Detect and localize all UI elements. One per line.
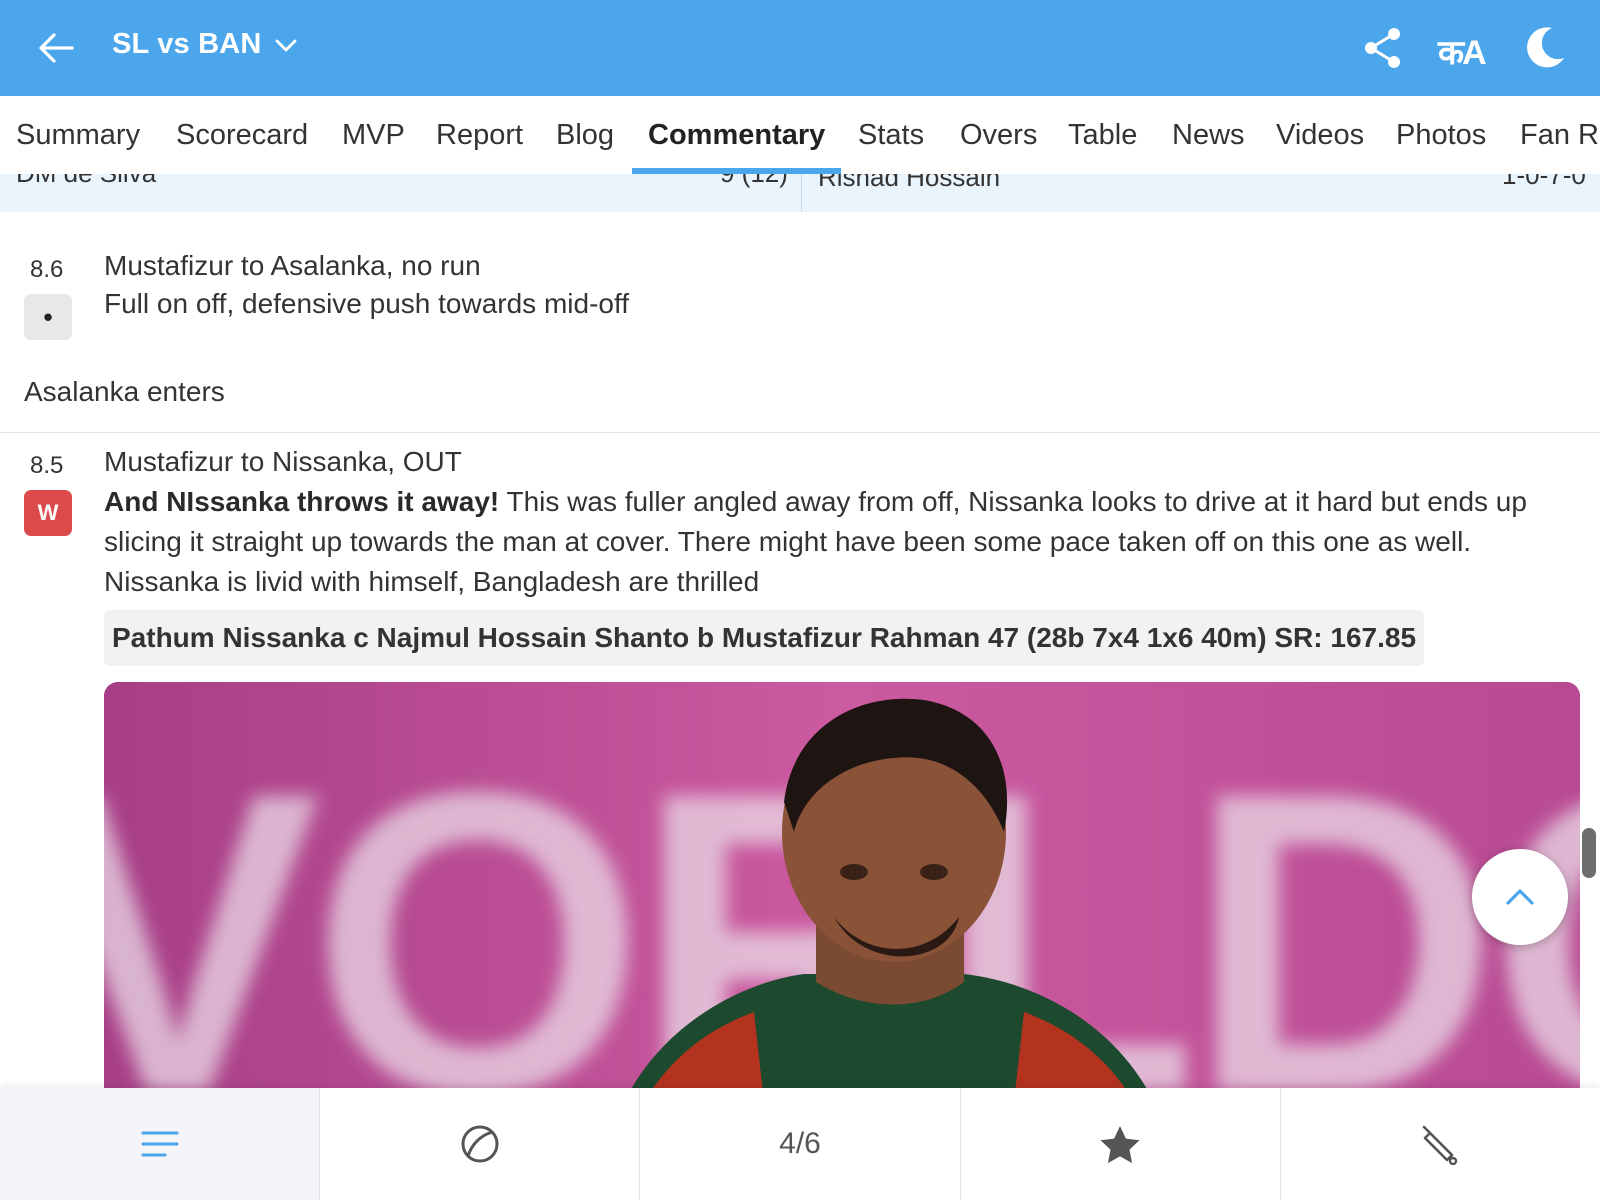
tab-scorecard[interactable]: Scorecard: [176, 96, 308, 174]
dismissal-summary: Pathum Nissanka c Najmul Hossain Shanto …: [104, 610, 1425, 666]
tab-fan-ratings[interactable]: Fan Ra: [1520, 96, 1600, 174]
mini-scorecard-strip: DM de Silva 9 (12) Rishad Hossain 1-0-7-…: [0, 174, 1600, 212]
ball-icon: [461, 1125, 499, 1163]
divider: [0, 432, 1600, 433]
tab-mvp[interactable]: MVP: [342, 96, 405, 174]
app-header: SL vs BAN कA: [0, 0, 1600, 96]
tab-photos[interactable]: Photos: [1396, 96, 1486, 174]
tab-overs[interactable]: Overs: [960, 96, 1037, 174]
back-arrow-icon[interactable]: [36, 28, 76, 68]
moon-icon[interactable]: [1522, 24, 1568, 70]
chevron-up-icon: [1506, 889, 1534, 905]
page-indicator: 4/6: [779, 1127, 821, 1160]
match-selector[interactable]: SL vs BAN: [112, 28, 298, 61]
language-toggle[interactable]: कA: [1438, 28, 1487, 74]
cricket-bat-icon: [1423, 1125, 1458, 1165]
bottom-nav-page[interactable]: 4/6: [640, 1088, 961, 1200]
chevron-down-icon: [275, 39, 296, 51]
tab-stats[interactable]: Stats: [858, 96, 924, 174]
bowler-name: Rishad Hossain: [818, 174, 1001, 192]
bowler-figures: 1-0-7-0: [1502, 174, 1586, 190]
bottom-nav-commentary[interactable]: [0, 1088, 321, 1200]
tab-report[interactable]: Report: [436, 96, 523, 174]
scrollbar-thumb[interactable]: [1582, 828, 1596, 878]
commentary-text: Full on off, defensive push towards mid-…: [104, 288, 630, 319]
commentary-photo: VORLDC: [104, 682, 1580, 1102]
tab-bar: Summary Scorecard MVP Report Blog Commen…: [0, 96, 1600, 175]
scroll-to-top-button[interactable]: [1472, 849, 1568, 945]
tab-table[interactable]: Table: [1068, 96, 1137, 174]
share-icon[interactable]: [1362, 26, 1404, 70]
bottom-nav-batting[interactable]: [1281, 1088, 1600, 1200]
batter-score: 9 (12): [720, 174, 788, 189]
batter-name: DM de Silva: [16, 174, 156, 189]
dot-ball-badge: •: [24, 294, 72, 340]
over-number: 8.5: [30, 452, 64, 479]
tab-blog[interactable]: Blog: [556, 96, 614, 174]
tab-videos[interactable]: Videos: [1276, 96, 1364, 174]
bottom-nav-favourites[interactable]: [961, 1088, 1281, 1200]
commentary-text: And NIssanka throws it away! This was fu…: [104, 482, 1584, 602]
tab-summary[interactable]: Summary: [16, 96, 140, 174]
strip-divider: [801, 174, 802, 212]
tab-news[interactable]: News: [1172, 96, 1245, 174]
wicket-badge: W: [24, 490, 72, 536]
commentary-highlight: And NIssanka throws it away!: [104, 486, 500, 517]
bottom-nav-live[interactable]: [320, 1088, 641, 1200]
over-number: 8.6: [30, 256, 64, 283]
event-note: Asalanka enters: [24, 376, 225, 407]
commentary-title: Mustafizur to Nissanka, OUT: [104, 446, 462, 477]
star-icon: [1100, 1126, 1140, 1164]
commentary-title: Mustafizur to Asalanka, no run: [104, 250, 481, 281]
list-icon: [141, 1131, 179, 1157]
bottom-navigation: 4/6: [0, 1088, 1600, 1200]
match-title: SL vs BAN: [112, 28, 262, 60]
tab-commentary[interactable]: Commentary: [631, 96, 842, 174]
